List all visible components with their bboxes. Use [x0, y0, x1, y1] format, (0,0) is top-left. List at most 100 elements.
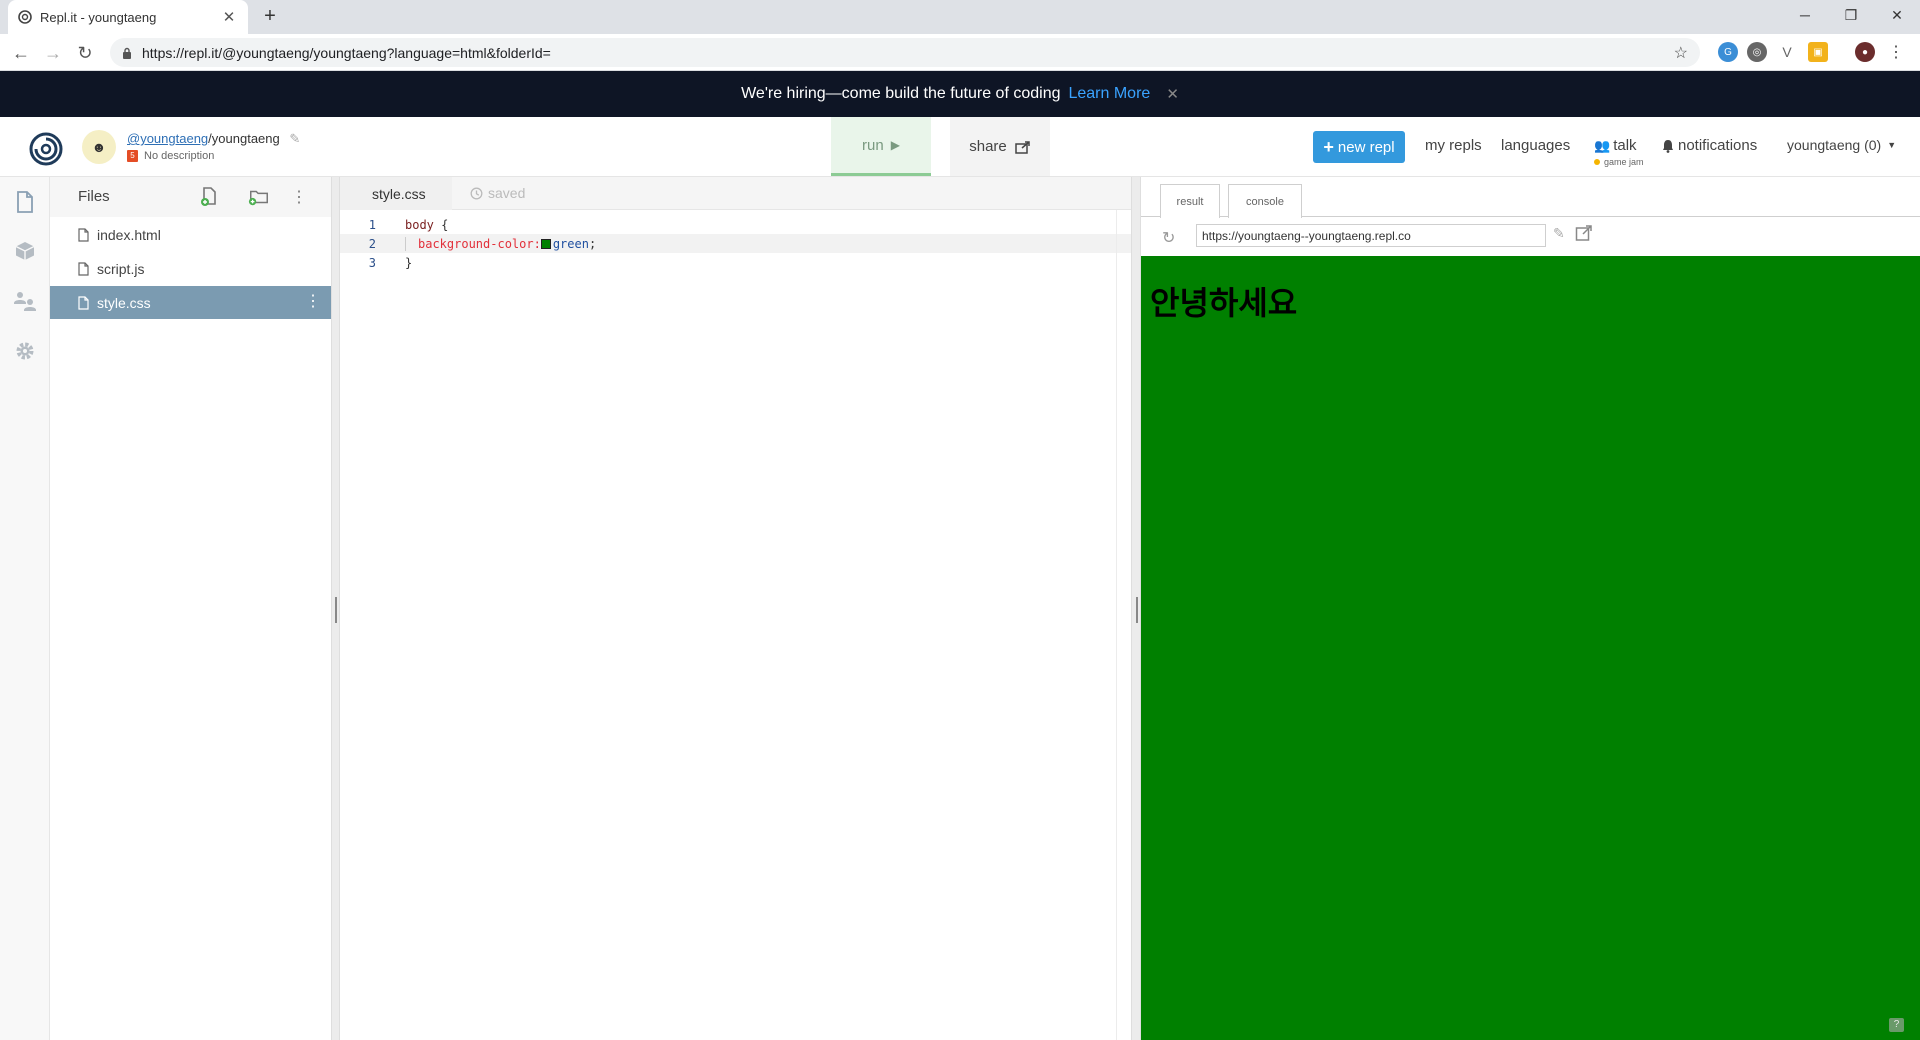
forward-arrow-icon[interactable]: → [40, 40, 66, 66]
file-menu-icon[interactable]: ⋮ [305, 294, 321, 310]
user-menu[interactable]: youngtaeng (0) ▼ [1787, 137, 1896, 153]
banner-text: We're hiring—come build the future of co… [741, 85, 1061, 102]
replit-logo-icon[interactable] [28, 131, 64, 167]
result-url-bar: ↻ https://youngtaeng--youngtaeng.repl.co… [1141, 218, 1920, 256]
sidebar-rail [0, 177, 50, 1040]
result-reload-icon[interactable]: ↻ [1162, 228, 1175, 248]
files-title: Files [78, 188, 110, 205]
people-icon: 👥 [1594, 137, 1611, 153]
file-icon [78, 295, 89, 310]
my-repls-link[interactable]: my repls [1425, 137, 1482, 154]
browser-tab[interactable]: Repl.it - youngtaeng ✕ [8, 0, 248, 34]
notifications-link[interactable]: notifications [1662, 137, 1757, 154]
code-line: 3 } [340, 253, 1131, 272]
file-icon [78, 261, 89, 276]
back-arrow-icon[interactable]: ← [8, 40, 34, 66]
browser-tab-bar: Repl.it - youngtaeng ✕ + ─ ❐ ✕ [0, 0, 1920, 34]
file-item-script-js[interactable]: script.js [50, 252, 331, 285]
help-button[interactable]: ? [1889, 1018, 1904, 1032]
packages-icon[interactable] [12, 238, 38, 264]
result-preview[interactable]: 안녕하세요 ? [1141, 256, 1920, 1040]
files-more-icon[interactable]: ⋮ [288, 186, 310, 208]
multiplayer-icon[interactable] [12, 288, 38, 314]
files-icon[interactable] [12, 189, 38, 215]
preview-heading: 안녕하세요 [1150, 284, 1298, 322]
share-label: share [969, 138, 1007, 155]
user-avatar[interactable]: ☻ [82, 130, 116, 164]
line-number: 1 [368, 217, 376, 232]
user-menu-label: youngtaeng (0) [1787, 137, 1882, 153]
tab-close-icon[interactable]: ✕ [220, 8, 238, 26]
color-swatch[interactable] [540, 238, 551, 249]
repl-owner-link[interactable]: @youngtaeng [127, 131, 208, 146]
notifications-label: notifications [1678, 137, 1758, 154]
profile-avatar-icon[interactable]: ● [1855, 42, 1875, 62]
reload-icon[interactable]: ↻ [72, 40, 98, 66]
replit-favicon-icon [18, 10, 32, 24]
result-url-field[interactable]: https://youngtaeng--youngtaeng.repl.co [1196, 224, 1546, 247]
file-name: index.html [97, 226, 161, 243]
extension-v-icon[interactable]: V [1777, 42, 1797, 62]
run-label: run [862, 136, 884, 154]
window-close-icon[interactable]: ✕ [1874, 0, 1920, 30]
line-number: 3 [368, 255, 376, 270]
talk-link[interactable]: 👥 talk [1594, 137, 1637, 154]
repl-name[interactable]: youngtaeng [212, 131, 280, 146]
banner-close-icon[interactable]: ✕ [1166, 85, 1179, 103]
resize-grip [335, 597, 337, 623]
css-property: background-color: [418, 236, 541, 251]
add-file-icon[interactable] [198, 186, 220, 208]
run-button[interactable]: run ▶ [831, 117, 931, 176]
line-content: } [405, 256, 412, 270]
line-number: 2 [368, 236, 376, 251]
caret-down-icon: ▼ [1887, 140, 1897, 150]
repl-description-row: 5 No description [127, 150, 214, 162]
panel-resize-handle[interactable] [331, 177, 340, 1040]
editor-tab-bar: style.css saved [340, 177, 1131, 210]
code-line-current: 2 background-color: green; [340, 234, 1131, 253]
learn-more-link[interactable]: Learn More [1068, 85, 1150, 103]
history-icon [470, 187, 483, 200]
browser-menu-icon[interactable]: ⋮ [1886, 42, 1906, 62]
address-url: https://repl.it/@youngtaeng/youngtaeng?l… [142, 44, 551, 61]
file-item-style-css[interactable]: style.css ⋮ [50, 286, 331, 319]
file-tree-panel: Files ⋮ index.html script.js style.css ⋮ [50, 177, 331, 1040]
editor-scrollbar[interactable] [1116, 210, 1131, 1040]
minimize-icon[interactable]: ─ [1782, 0, 1828, 30]
panel-resize-handle[interactable] [1131, 177, 1141, 1040]
edit-url-pencil-icon[interactable]: ✎ [1553, 225, 1565, 242]
extension-notes-icon[interactable]: ▣ [1808, 42, 1828, 62]
restore-icon[interactable]: ❐ [1828, 0, 1874, 30]
languages-link[interactable]: languages [1501, 137, 1570, 154]
open-in-new-tab-icon[interactable] [1575, 224, 1593, 242]
code-area[interactable]: 1 body { 2 background-color: green; 3 } [340, 210, 1131, 1040]
add-folder-icon[interactable] [248, 186, 270, 208]
edit-pencil-icon[interactable]: ✎ [289, 131, 300, 146]
css-punctuation: ; [588, 236, 597, 251]
css-punctuation: } [405, 255, 413, 270]
browser-tab-title: Repl.it - youngtaeng [40, 9, 157, 25]
file-name: script.js [97, 260, 145, 277]
settings-gear-icon[interactable] [12, 338, 38, 364]
extension-translate-icon[interactable]: G [1718, 42, 1738, 62]
bookmark-star-icon[interactable]: ☆ [1674, 43, 1688, 63]
new-repl-button[interactable]: + new repl [1313, 131, 1405, 163]
file-item-index-html[interactable]: index.html [50, 218, 331, 251]
bell-icon [1662, 139, 1674, 153]
tab-result[interactable]: result [1160, 184, 1220, 219]
address-bar[interactable]: https://repl.it/@youngtaeng/youngtaeng?l… [110, 38, 1700, 67]
new-tab-button[interactable]: + [258, 5, 282, 29]
share-icon [1015, 140, 1031, 154]
repl-description[interactable]: No description [144, 150, 214, 162]
tab-console[interactable]: console [1228, 184, 1302, 218]
game-jam-dot [1594, 159, 1600, 165]
code-line: 1 body { [340, 215, 1131, 234]
play-icon: ▶ [890, 138, 900, 152]
line-content: body { [405, 218, 448, 232]
extension-globe-icon[interactable]: ◎ [1747, 42, 1767, 62]
file-name: style.css [97, 294, 151, 311]
share-button[interactable]: share [950, 117, 1050, 176]
editor-tab-style-css[interactable]: style.css [340, 177, 452, 210]
browser-toolbar: ← → ↻ https://repl.it/@youngtaeng/youngt… [0, 34, 1920, 71]
repl-title: @youngtaeng/youngtaeng ✎ [127, 131, 300, 147]
